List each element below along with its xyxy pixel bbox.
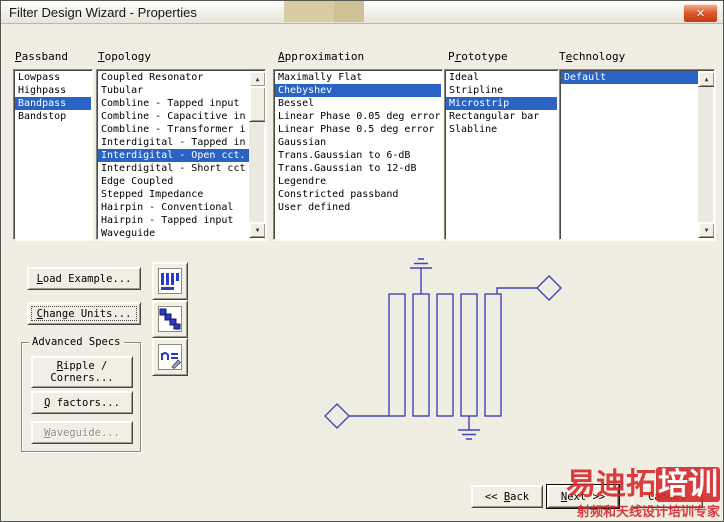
list-item[interactable]: Stepped Impedance xyxy=(98,188,249,201)
list-item[interactable]: Lowpass xyxy=(15,71,91,84)
down-arrow-icon: ▼ xyxy=(255,226,260,234)
down-arrow-icon: ▼ xyxy=(704,226,709,234)
list-item-selected[interactable]: Default xyxy=(561,71,698,84)
topology-listbox[interactable]: Coupled Resonator Tubular Combline - Tap… xyxy=(96,69,266,240)
close-icon: ✕ xyxy=(695,7,706,20)
list-item[interactable]: Gaussian xyxy=(275,136,441,149)
approximation-listbox[interactable]: Maximally Flat Chebyshev Bessel Linear P… xyxy=(273,69,443,240)
close-button[interactable]: ✕ xyxy=(683,4,718,23)
window-title: Filter Design Wizard - Properties xyxy=(9,4,197,20)
advanced-specs-label: Advanced Specs xyxy=(29,336,124,348)
change-units-button[interactable]: Change Units... xyxy=(27,302,141,325)
list-item[interactable]: Slabline xyxy=(446,123,557,136)
order-edit-icon xyxy=(158,344,182,370)
list-item[interactable]: Stripline xyxy=(446,84,557,97)
passband-listbox[interactable]: Lowpass Highpass Bandpass Bandstop xyxy=(13,69,93,240)
list-item[interactable]: Combline - Tapped input xyxy=(98,97,249,110)
ground-top-symbol xyxy=(410,258,432,294)
scroll-down-button[interactable]: ▼ xyxy=(698,222,714,238)
approximation-label: Approximation xyxy=(278,50,365,63)
list-item[interactable]: Bessel xyxy=(275,97,441,110)
technology-listbox[interactable]: Default ▲ ▼ xyxy=(559,69,715,240)
list-item-selected[interactable]: Interdigital - Open cct. xyxy=(98,149,249,162)
technology-scrollbar[interactable]: ▲ ▼ xyxy=(698,71,714,238)
list-item-selected[interactable]: Chebyshev xyxy=(275,84,441,97)
ripple-corners-button[interactable]: Ripple / Corners... xyxy=(31,356,133,388)
list-item[interactable]: Hairpin - Conventional xyxy=(98,201,249,214)
filter-design-wizard-dialog: Filter Design Wizard - Properties ✕ Pass… xyxy=(0,0,724,522)
list-item[interactable]: Maximally Flat xyxy=(275,71,441,84)
waveguide-button[interactable]: Waveguide... xyxy=(31,421,133,444)
filter-structure-icon xyxy=(158,268,182,294)
list-item[interactable]: Waveguide xyxy=(98,227,249,239)
list-item[interactable]: Linear Phase 0.5 deg error xyxy=(275,123,441,136)
scroll-thumb[interactable] xyxy=(249,86,265,122)
load-example-button[interactable]: Load Example... xyxy=(27,267,141,290)
list-item[interactable]: Hairpin - Tapped input xyxy=(98,214,249,227)
list-item[interactable]: Linear Phase 0.05 deg error xyxy=(275,110,441,123)
up-arrow-icon: ▲ xyxy=(704,75,709,83)
resonator-bars xyxy=(388,293,502,417)
list-item[interactable]: Highpass xyxy=(15,84,91,97)
list-item[interactable]: Bandstop xyxy=(15,110,91,123)
filter-schematic xyxy=(301,254,571,449)
up-arrow-icon: ▲ xyxy=(255,75,260,83)
list-item-selected[interactable]: Bandpass xyxy=(15,97,91,110)
list-item[interactable]: Legendre xyxy=(275,175,441,188)
port-diamond-bottom xyxy=(324,403,350,429)
topology-label: Topology xyxy=(98,50,151,63)
scroll-down-button[interactable]: ▼ xyxy=(249,222,265,238)
list-item[interactable]: Trans.Gaussian to 6-dB xyxy=(275,149,441,162)
list-item[interactable]: Ideal xyxy=(446,71,557,84)
stair-response-icon xyxy=(158,306,182,332)
scroll-up-button[interactable]: ▲ xyxy=(249,71,265,87)
stair-response-icon-button[interactable] xyxy=(152,300,188,338)
list-item[interactable]: Edge Coupled xyxy=(98,175,249,188)
technology-label: Technology xyxy=(559,50,626,63)
list-item[interactable]: Interdigital - Short cct xyxy=(98,162,249,175)
watermark-subtitle: 射频和天线设计培训专家 xyxy=(576,505,720,520)
q-factors-button[interactable]: Q factors... xyxy=(31,391,133,414)
filter-structure-icon-button[interactable] xyxy=(152,262,188,300)
prototype-label: Prototype xyxy=(448,50,508,63)
list-item[interactable]: Tubular xyxy=(98,84,249,97)
list-item[interactable]: Rectangular bar xyxy=(446,110,557,123)
port-diamond-top xyxy=(536,275,562,301)
list-item[interactable]: Combline - Transformer i xyxy=(98,123,249,136)
list-item[interactable]: Interdigital - Tapped in xyxy=(98,136,249,149)
back-button[interactable]: << Back xyxy=(471,485,543,508)
list-item[interactable]: User defined xyxy=(275,201,441,214)
list-item-selected[interactable]: Microstrip xyxy=(446,97,557,110)
filter-schematic-svg xyxy=(324,258,562,440)
watermark-logo: 易迪拓培训 xyxy=(566,467,720,502)
scroll-up-button[interactable]: ▲ xyxy=(698,71,714,87)
passband-label: Passband xyxy=(15,50,68,63)
top-feed-line xyxy=(496,287,537,294)
list-item[interactable]: Trans.Gaussian to 12-dB xyxy=(275,162,441,175)
filter-order-icon-button[interactable] xyxy=(152,338,188,376)
list-item[interactable]: Combline - Capacitive in xyxy=(98,110,249,123)
titlebar-artifact xyxy=(284,1,334,22)
prototype-listbox[interactable]: Ideal Stripline Microstrip Rectangular b… xyxy=(444,69,559,240)
list-item[interactable]: Coupled Resonator xyxy=(98,71,249,84)
ground-bottom-symbol xyxy=(458,416,480,440)
list-item[interactable]: Constricted passband xyxy=(275,188,441,201)
topology-scrollbar[interactable]: ▲ ▼ xyxy=(249,71,265,238)
titlebar-artifact xyxy=(334,1,364,22)
